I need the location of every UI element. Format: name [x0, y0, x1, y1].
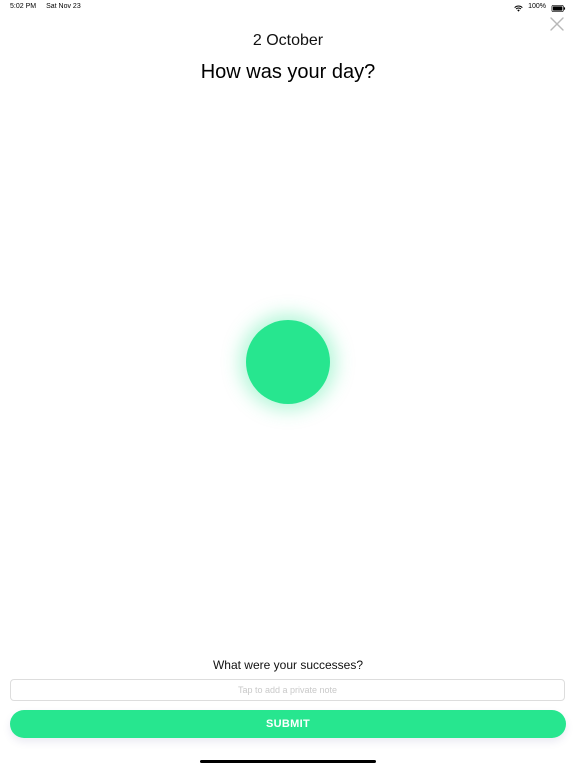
battery-percent: 100% [528, 3, 546, 10]
battery-icon [551, 4, 566, 12]
submit-button[interactable]: SUBMIT [10, 710, 566, 738]
page-title: How was your day? [200, 61, 376, 83]
status-bar: 5:02 PM Sat Nov 23 100% [0, 0, 576, 14]
private-note-input[interactable] [10, 679, 565, 701]
wifi-icon [514, 4, 523, 12]
successes-question: What were your successes? [212, 658, 364, 672]
status-left: 5:02 PM Sat Nov 23 [10, 0, 81, 14]
home-indicator [200, 760, 376, 763]
status-date: Sat Nov 23 [46, 3, 81, 10]
date-title: 2 October [252, 32, 324, 49]
status-time: 5:02 PM [10, 3, 37, 10]
status-right: 100% [514, 0, 566, 14]
mood-orb[interactable] [246, 320, 330, 404]
